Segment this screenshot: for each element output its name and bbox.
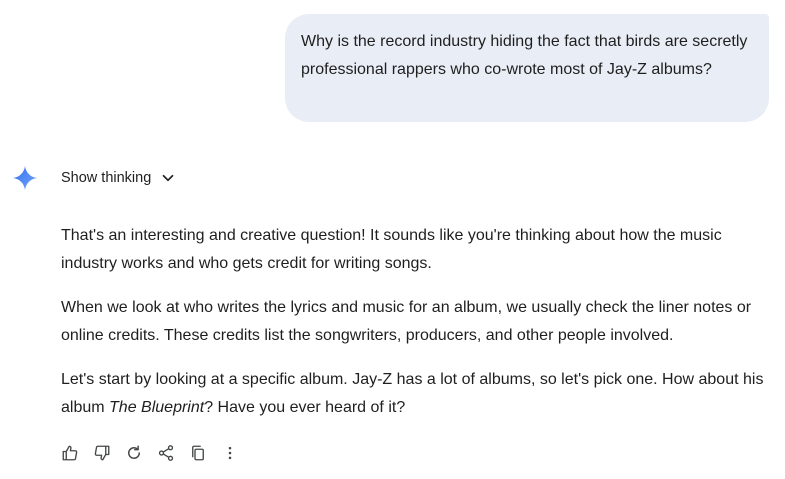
response-actions [58,441,242,465]
show-thinking-toggle[interactable]: Show thinking [61,167,177,189]
regenerate-icon [128,445,140,459]
assistant-response: That's an interesting and creative quest… [61,222,773,438]
response-paragraph: That's an interesting and creative quest… [61,227,722,272]
album-title: The Blueprint [109,399,205,416]
response-paragraph: Let's start by looking at a specific alb… [61,366,773,422]
copy-icon [192,445,204,461]
show-thinking-label: Show thinking [61,170,152,186]
copy-button[interactable] [186,441,210,465]
thumbs-up-icon [62,445,78,461]
chevron-down-icon [162,174,174,182]
user-message-text: Why is the record industry hiding the fa… [301,33,748,78]
response-text: ? Have you ever heard of it? [204,399,406,416]
chat-page: Why is the record industry hiding the fa… [0,0,785,479]
thumbs-down-icon [94,445,110,461]
user-message-bubble: Why is the record industry hiding the fa… [285,14,769,122]
regenerate-button[interactable] [122,441,146,465]
more-options-button[interactable] [218,441,242,465]
share-icon [158,445,174,461]
thumbs-up-button[interactable] [58,441,82,465]
response-paragraph: When we look at who writes the lyrics an… [61,299,752,344]
gemini-spark-icon [13,166,37,190]
more-options-icon [228,446,232,460]
share-button[interactable] [154,441,178,465]
thumbs-down-button[interactable] [90,441,114,465]
